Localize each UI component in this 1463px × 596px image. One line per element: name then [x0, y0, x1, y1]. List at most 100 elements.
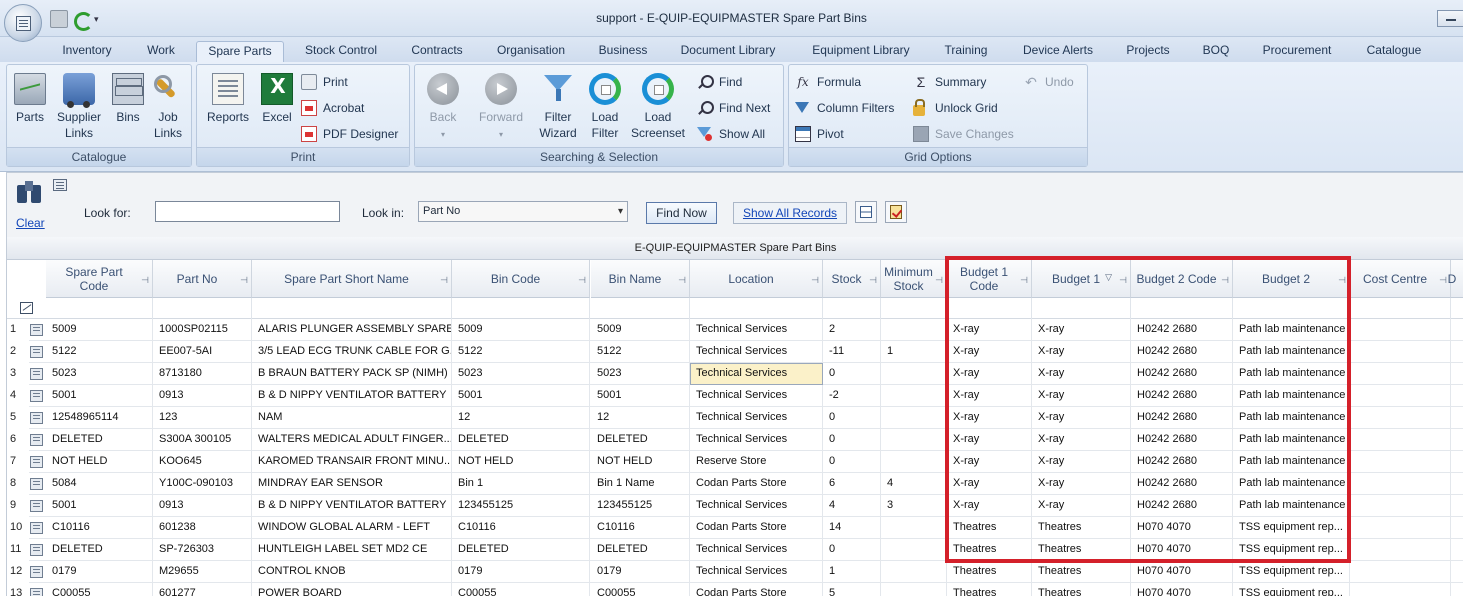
bins-button[interactable]: Bins — [109, 73, 147, 125]
cell-budget-1-code[interactable]: Theatres — [947, 539, 1032, 561]
cell-minimum-stock[interactable]: 3 — [881, 495, 947, 517]
cell-budget-1-code[interactable]: Theatres — [947, 583, 1032, 596]
cell-budget-2[interactable]: TSS equipment rep... — [1233, 539, 1350, 561]
cell-budget-1[interactable]: X-ray — [1032, 363, 1131, 385]
cell-stock[interactable]: -2 — [823, 385, 881, 407]
cell-part-no[interactable]: Y100C-090103 — [153, 473, 252, 495]
cell-location[interactable]: Technical Services — [690, 319, 823, 341]
cell-spare-part-code[interactable]: 5023 — [46, 363, 153, 385]
filter-cell-spare-part-short-name[interactable] — [252, 298, 452, 319]
cell-minimum-stock[interactable] — [881, 517, 947, 539]
cell-part-no[interactable]: S300A 300105 — [153, 429, 252, 451]
cell-location[interactable]: Codan Parts Store — [690, 583, 823, 596]
table-row[interactable]: 4 5001 0913 B & D NIPPY VENTILATOR BATTERY 5… — [7, 385, 1463, 407]
cell-cost-centre[interactable] — [1350, 429, 1451, 451]
supplier-links-button[interactable]: Supplier Links — [53, 73, 105, 141]
tab-contracts[interactable]: Contracts — [402, 41, 472, 62]
column-header-budget-1[interactable]: Budget 1 ⊣ ▽ — [1032, 260, 1131, 298]
cell-minimum-stock[interactable] — [881, 583, 947, 596]
summary-button[interactable]: Σ Summary — [913, 73, 987, 91]
pin-icon[interactable]: ⊣ — [811, 273, 819, 287]
table-row[interactable]: 6 DELETED S300A 300105 WALTERS MEDICAL ADUL… — [7, 429, 1463, 451]
cell-cost-centre[interactable] — [1350, 539, 1451, 561]
cell-budget-1[interactable]: X-ray — [1032, 407, 1131, 429]
cell-location[interactable]: Codan Parts Store — [690, 517, 823, 539]
row-record-icon[interactable] — [30, 412, 43, 424]
cell-bin-name[interactable]: 5009 — [591, 319, 690, 341]
column-header-budget-2[interactable]: Budget 2 ⊣ — [1233, 260, 1350, 298]
column-header-cost-centre[interactable]: Cost Centre ⊣ — [1350, 260, 1451, 298]
cell-bin-name[interactable]: 123455125 — [591, 495, 690, 517]
cell-part-no[interactable]: 601277 — [153, 583, 252, 596]
cell-budget-1-code[interactable]: X-ray — [947, 429, 1032, 451]
find-now-button[interactable]: Find Now — [646, 202, 717, 224]
pin-icon[interactable]: ⊣ — [1020, 273, 1028, 287]
cell-stock[interactable]: 4 — [823, 495, 881, 517]
cell-budget-2-code[interactable]: H0242 2680 — [1131, 385, 1233, 407]
cell-bin-code[interactable]: 5001 — [452, 385, 590, 407]
cell-budget-2-code[interactable]: H0242 2680 — [1131, 319, 1233, 341]
pin-icon[interactable]: ⊣ — [240, 273, 248, 287]
cell-cost-centre[interactable] — [1350, 583, 1451, 596]
filter-wizard-button[interactable]: Filter Wizard — [535, 73, 581, 141]
cell-part-no[interactable]: KOO645 — [153, 451, 252, 473]
cell-cost-centre[interactable] — [1350, 495, 1451, 517]
cell-bin-code[interactable]: 0179 — [452, 561, 590, 583]
pivot-button[interactable]: Pivot — [795, 125, 844, 143]
cell-spare-part-short-name[interactable]: POWER BOARD — [252, 583, 452, 596]
cell-stock[interactable]: 5 — [823, 583, 881, 596]
tab-device-alerts[interactable]: Device Alerts — [1014, 41, 1102, 62]
row-record-icon[interactable] — [30, 434, 43, 446]
cell-budget-2[interactable]: Path lab maintenance — [1233, 385, 1350, 407]
column-header-bin-code[interactable]: Bin Code ⊣ — [452, 260, 590, 298]
cell-part-no[interactable]: 123 — [153, 407, 252, 429]
filter-cell-part-no[interactable] — [153, 298, 252, 319]
cell-budget-1-code[interactable]: X-ray — [947, 495, 1032, 517]
cell-budget-2-code[interactable]: H070 4070 — [1131, 561, 1233, 583]
cell-budget-1-code[interactable]: Theatres — [947, 517, 1032, 539]
cell-spare-part-code[interactable]: 5001 — [46, 495, 153, 517]
cell-spare-part-short-name[interactable]: KAROMED TRANSAIR FRONT MINU... — [252, 451, 452, 473]
cell-bin-code[interactable]: 5122 — [452, 341, 590, 363]
filter-cell-d[interactable] — [1451, 298, 1463, 319]
table-row[interactable]: 10 C10116 601238 WINDOW GLOBAL ALARM - LEFT… — [7, 517, 1463, 539]
cell-minimum-stock[interactable] — [881, 385, 947, 407]
formula-button[interactable]: fx Formula — [795, 73, 861, 91]
cell-minimum-stock[interactable] — [881, 319, 947, 341]
cell-d[interactable] — [1451, 539, 1463, 561]
sort-icon[interactable]: ▽ — [1105, 270, 1112, 284]
forward-button[interactable]: Forward ▾ — [475, 73, 527, 143]
cell-budget-2[interactable]: Path lab maintenance — [1233, 451, 1350, 473]
tab-document-library[interactable]: Document Library — [672, 41, 784, 62]
cell-d[interactable] — [1451, 495, 1463, 517]
filter-cell-stock[interactable] — [823, 298, 881, 319]
cell-spare-part-short-name[interactable]: ALARIS PLUNGER ASSEMBLY SPARE... — [252, 319, 452, 341]
cell-location[interactable]: Technical Services — [690, 385, 823, 407]
cell-location[interactable]: Technical Services — [690, 341, 823, 363]
column-header-bin-name[interactable]: Bin Name ⊣ — [591, 260, 690, 298]
cell-budget-2-code[interactable]: H070 4070 — [1131, 517, 1233, 539]
cell-part-no[interactable]: 0913 — [153, 385, 252, 407]
cell-bin-code[interactable]: 123455125 — [452, 495, 590, 517]
column-header-minimum-stock[interactable]: Minimum Stock ⊣ — [881, 260, 947, 298]
cell-budget-1-code[interactable]: X-ray — [947, 451, 1032, 473]
filter-cell-bin-code[interactable] — [452, 298, 590, 319]
cell-location[interactable]: Reserve Store — [690, 451, 823, 473]
pin-icon[interactable]: ⊣ — [935, 273, 943, 287]
filter-cell-location[interactable] — [690, 298, 823, 319]
cell-spare-part-code[interactable]: C00055 — [46, 583, 153, 596]
pin-icon[interactable]: ⊣ — [1119, 273, 1127, 287]
cell-location[interactable]: Technical Services — [690, 407, 823, 429]
cell-bin-name[interactable]: Bin 1 Name — [591, 473, 690, 495]
cell-d[interactable] — [1451, 473, 1463, 495]
show-all-button[interactable]: Show All — [697, 125, 765, 143]
cell-spare-part-short-name[interactable]: MINDRAY EAR SENSOR — [252, 473, 452, 495]
cell-stock[interactable]: 14 — [823, 517, 881, 539]
cell-part-no[interactable]: M29655 — [153, 561, 252, 583]
cell-part-no[interactable]: 8713180 — [153, 363, 252, 385]
tab-catalogue[interactable]: Catalogue — [1358, 41, 1430, 62]
filter-cell-cost-centre[interactable] — [1350, 298, 1451, 319]
cell-bin-name[interactable]: DELETED — [591, 539, 690, 561]
cell-minimum-stock[interactable]: 4 — [881, 473, 947, 495]
cell-bin-code[interactable]: DELETED — [452, 539, 590, 561]
